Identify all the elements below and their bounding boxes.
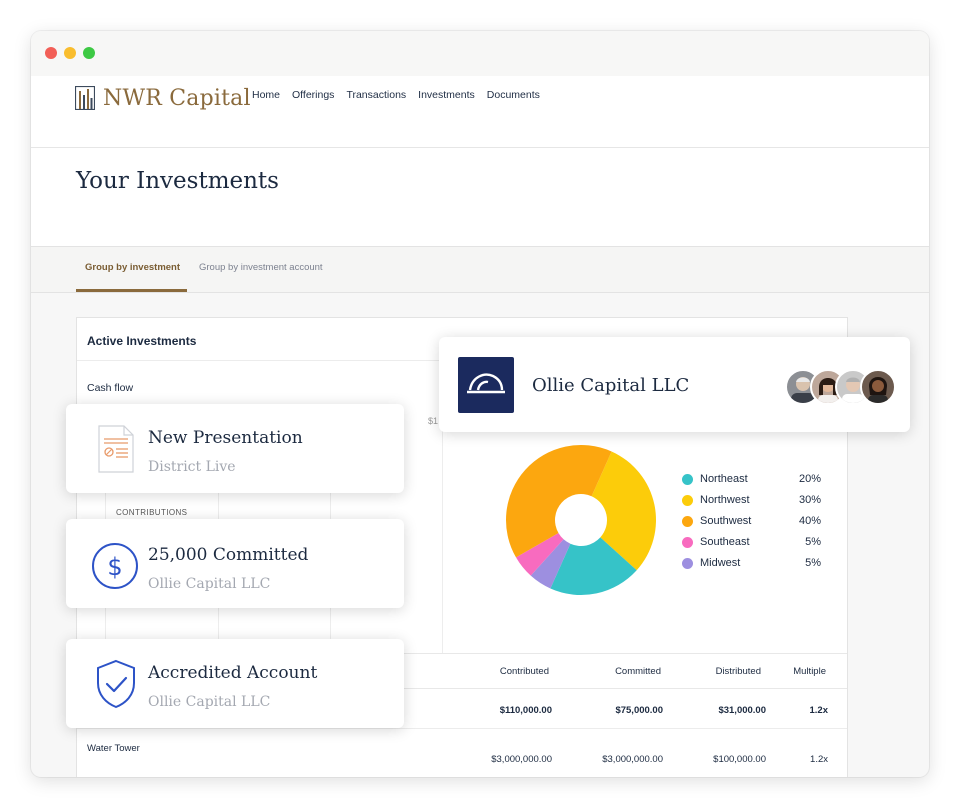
legend-label: Southwest <box>700 515 752 527</box>
legend-item: Midwest 5% <box>682 556 822 570</box>
col-header-contributed[interactable]: Contributed <box>500 666 549 677</box>
grid-line <box>442 408 443 653</box>
legend-swatch <box>682 536 693 548</box>
legend-item: Southwest 40% <box>682 514 822 528</box>
legend-swatch <box>682 473 693 485</box>
legend-label: Southeast <box>700 536 750 548</box>
col-header-distributed[interactable]: Distributed <box>716 666 761 677</box>
company-logo <box>458 357 514 413</box>
card-title: New Presentation <box>148 428 303 448</box>
contributions-label: CONTRIBUTIONS <box>116 508 188 517</box>
page-title: Your Investments <box>76 168 279 194</box>
nav-investments[interactable]: Investments <box>418 89 475 101</box>
cell-distributed: $31,000.00 <box>718 705 766 716</box>
card-subtitle: District Live <box>148 459 236 475</box>
tab-group-by-investment[interactable]: Group by investment <box>85 262 180 273</box>
title-bar <box>31 31 929 76</box>
cell-distributed: $100,000.00 <box>713 754 766 765</box>
legend-label: Northeast <box>700 473 748 485</box>
legend-item: Northwest 30% <box>682 493 822 507</box>
minimize-window-button[interactable] <box>64 47 76 59</box>
cell-investment-name[interactable]: Water Tower <box>87 743 140 754</box>
company-card[interactable]: Ollie Capital LLC <box>439 337 910 432</box>
maximize-window-button[interactable] <box>83 47 95 59</box>
card-title: 25,000 Committed <box>148 545 309 565</box>
brand-logo[interactable]: NWR Capital <box>75 84 251 112</box>
legend-swatch <box>682 557 693 569</box>
legend-value: 30% <box>798 494 821 506</box>
legend-value: 40% <box>798 515 821 527</box>
tab-group-by-investment-account[interactable]: Group by investment account <box>199 262 323 273</box>
shield-check-icon <box>97 659 135 709</box>
legend-value: 20% <box>798 473 821 485</box>
brand-name: NWR Capital <box>103 85 251 111</box>
nav-transactions[interactable]: Transactions <box>346 89 406 101</box>
person-avatar-icon <box>868 377 888 403</box>
grouping-tabs: Group by investment Group by investment … <box>31 247 929 293</box>
legend-label: Midwest <box>700 557 741 569</box>
legend-swatch <box>682 515 693 527</box>
legend-value: 5% <box>805 536 821 548</box>
cell-contributed: $110,000.00 <box>499 705 552 716</box>
nav-links: Home Offerings Transactions Investments … <box>252 89 552 101</box>
company-name: Ollie Capital LLC <box>532 375 690 396</box>
legend-item: Northeast 20% <box>682 472 822 486</box>
legend-label: Northwest <box>700 494 750 506</box>
col-header-multiple[interactable]: Multiple <box>793 666 826 677</box>
col-header-committed[interactable]: Committed <box>615 666 661 677</box>
avatar[interactable] <box>860 369 896 405</box>
ollie-logo-icon <box>467 373 505 394</box>
dollar-icon: $ <box>92 543 138 589</box>
card-title: Accredited Account <box>148 663 318 683</box>
cash-flow-label: Cash flow <box>87 382 134 394</box>
nav-home[interactable]: Home <box>252 89 280 101</box>
nav-documents[interactable]: Documents <box>487 89 540 101</box>
cell-multiple: 1.2x <box>809 705 829 716</box>
top-nav: NWR Capital Home Offerings Transactions … <box>31 76 929 148</box>
cell-contributed: $3,000,000.00 <box>491 754 552 765</box>
accreditation-card[interactable]: Accredited Account Ollie Capital LLC <box>66 639 404 728</box>
active-tab-indicator <box>76 289 187 292</box>
legend-item: Southeast 5% <box>682 535 822 549</box>
cell-committed: $75,000.00 <box>615 705 663 716</box>
legend-swatch <box>682 494 693 506</box>
cell-multiple: 1.2x <box>810 754 828 765</box>
document-icon <box>98 425 134 473</box>
building-logo-icon <box>75 86 95 110</box>
commitment-card[interactable]: $ 25,000 Committed Ollie Capital LLC <box>66 519 404 608</box>
panel-title: Active Investments <box>87 334 197 348</box>
page-header: Your Investments <box>31 148 929 247</box>
close-window-button[interactable] <box>45 47 57 59</box>
legend-value: 5% <box>805 557 821 569</box>
row-divider <box>77 728 847 729</box>
svg-text:$: $ <box>107 553 122 581</box>
nav-offerings[interactable]: Offerings <box>292 89 334 101</box>
cell-committed: $3,000,000.00 <box>602 754 663 765</box>
card-subtitle: Ollie Capital LLC <box>148 694 271 710</box>
presentation-card[interactable]: New Presentation District Live <box>66 404 404 493</box>
card-subtitle: Ollie Capital LLC <box>148 576 271 592</box>
axis-label-fragment: $1 <box>428 416 439 426</box>
